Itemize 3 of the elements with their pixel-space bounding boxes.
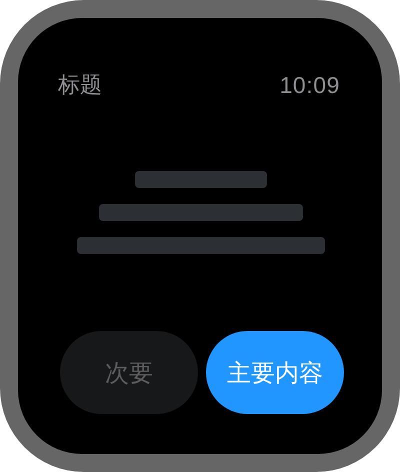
screen-title: 标题 [58, 72, 102, 100]
primary-button[interactable]: 主要内容 [206, 331, 344, 414]
clock-time: 10:09 [280, 71, 340, 100]
